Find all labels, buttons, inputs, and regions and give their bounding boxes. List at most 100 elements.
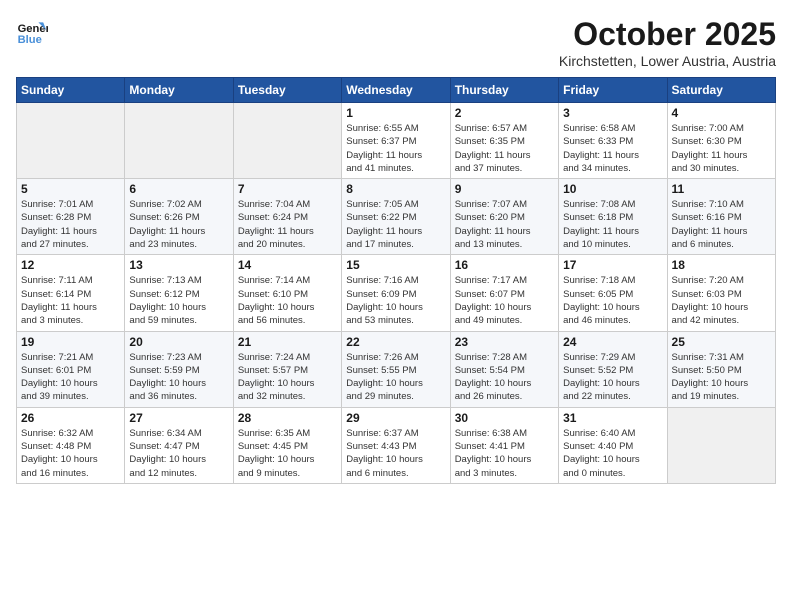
calendar-cell: 26Sunrise: 6:32 AMSunset: 4:48 PMDayligh… [17,407,125,483]
calendar-week-1: 1 Sunrise: 6:55 AMSunset: 6:37 PMDaylight… [17,103,776,179]
calendar-week-4: 19 Sunrise: 7:21 AMSunset: 6:01 PMDayligh… [17,331,776,407]
calendar-cell: 14 Sunrise: 7:14 AMSunset: 6:10 PMDayligh… [233,255,341,331]
day-info: Sunrise: 6:57 AMSunset: 6:35 PMDaylight:… [455,122,554,175]
col-header-thursday: Thursday [450,78,558,103]
day-number: 29 [346,411,445,425]
day-info: Sunrise: 7:28 AMSunset: 5:54 PMDaylight:… [455,351,554,404]
day-info: Sunrise: 6:58 AMSunset: 6:33 PMDaylight:… [563,122,662,175]
day-number: 5 [21,182,120,196]
calendar-cell: 17 Sunrise: 7:18 AMSunset: 6:05 PMDayligh… [559,255,667,331]
calendar-cell: 16Sunrise: 7:17 AMSunset: 6:07 PMDayligh… [450,255,558,331]
calendar-cell [125,103,233,179]
day-number: 6 [129,182,228,196]
calendar-cell: 21 Sunrise: 7:24 AMSunset: 5:57 PMDayligh… [233,331,341,407]
col-header-monday: Monday [125,78,233,103]
day-info: Sunrise: 7:16 AMSunset: 6:09 PMDaylight:… [346,274,445,327]
day-number: 20 [129,335,228,349]
calendar-cell: 30 Sunrise: 6:38 AMSunset: 4:41 PMDayligh… [450,407,558,483]
calendar-cell: 25Sunrise: 7:31 AMSunset: 5:50 PMDayligh… [667,331,775,407]
day-number: 15 [346,258,445,272]
day-info: Sunrise: 7:18 AMSunset: 6:05 PMDaylight:… [563,274,662,327]
calendar-table: SundayMondayTuesdayWednesdayThursdayFrid… [16,77,776,484]
calendar-cell: 5 Sunrise: 7:01 AMSunset: 6:28 PMDaylight… [17,179,125,255]
svg-text:Blue: Blue [18,34,42,46]
day-info: Sunrise: 7:08 AMSunset: 6:18 PMDaylight:… [563,198,662,251]
day-info: Sunrise: 6:38 AMSunset: 4:41 PMDaylight:… [455,427,554,480]
day-number: 10 [563,182,662,196]
day-info: Sunrise: 6:34 AMSunset: 4:47 PMDaylight:… [129,427,228,480]
day-number: 19 [21,335,120,349]
day-info: Sunrise: 7:01 AMSunset: 6:28 PMDaylight:… [21,198,120,251]
day-info: Sunrise: 7:00 AMSunset: 6:30 PMDaylight:… [672,122,771,175]
day-info: Sunrise: 7:13 AMSunset: 6:12 PMDaylight:… [129,274,228,327]
day-number: 7 [238,182,337,196]
day-info: Sunrise: 7:21 AMSunset: 6:01 PMDaylight:… [21,351,120,404]
day-number: 13 [129,258,228,272]
calendar-cell: 24Sunrise: 7:29 AMSunset: 5:52 PMDayligh… [559,331,667,407]
day-number: 3 [563,106,662,120]
day-number: 16 [455,258,554,272]
calendar-cell [667,407,775,483]
day-info: Sunrise: 7:24 AMSunset: 5:57 PMDaylight:… [238,351,337,404]
day-number: 17 [563,258,662,272]
day-number: 23 [455,335,554,349]
day-info: Sunrise: 6:35 AMSunset: 4:45 PMDaylight:… [238,427,337,480]
day-info: Sunrise: 7:26 AMSunset: 5:55 PMDaylight:… [346,351,445,404]
col-header-friday: Friday [559,78,667,103]
day-number: 22 [346,335,445,349]
day-number: 30 [455,411,554,425]
calendar-cell: 3 Sunrise: 6:58 AMSunset: 6:33 PMDaylight… [559,103,667,179]
day-number: 28 [238,411,337,425]
day-number: 2 [455,106,554,120]
col-header-wednesday: Wednesday [342,78,450,103]
calendar-cell: 12Sunrise: 7:11 AMSunset: 6:14 PMDayligh… [17,255,125,331]
day-info: Sunrise: 7:23 AMSunset: 5:59 PMDaylight:… [129,351,228,404]
calendar-cell: 4Sunrise: 7:00 AMSunset: 6:30 PMDaylight… [667,103,775,179]
calendar-cell: 9Sunrise: 7:07 AMSunset: 6:20 PMDaylight… [450,179,558,255]
calendar-cell: 13 Sunrise: 7:13 AMSunset: 6:12 PMDayligh… [125,255,233,331]
col-header-sunday: Sunday [17,78,125,103]
day-number: 31 [563,411,662,425]
calendar-cell: 22 Sunrise: 7:26 AMSunset: 5:55 PMDayligh… [342,331,450,407]
day-info: Sunrise: 6:55 AMSunset: 6:37 PMDaylight:… [346,122,445,175]
day-number: 26 [21,411,120,425]
day-number: 8 [346,182,445,196]
calendar-cell: 28 Sunrise: 6:35 AMSunset: 4:45 PMDayligh… [233,407,341,483]
calendar-cell: 1 Sunrise: 6:55 AMSunset: 6:37 PMDaylight… [342,103,450,179]
day-info: Sunrise: 7:11 AMSunset: 6:14 PMDaylight:… [21,274,120,327]
day-info: Sunrise: 7:14 AMSunset: 6:10 PMDaylight:… [238,274,337,327]
calendar-cell: 19 Sunrise: 7:21 AMSunset: 6:01 PMDayligh… [17,331,125,407]
day-info: Sunrise: 7:20 AMSunset: 6:03 PMDaylight:… [672,274,771,327]
day-info: Sunrise: 7:02 AMSunset: 6:26 PMDaylight:… [129,198,228,251]
day-number: 1 [346,106,445,120]
calendar-cell: 8Sunrise: 7:05 AMSunset: 6:22 PMDaylight… [342,179,450,255]
col-header-saturday: Saturday [667,78,775,103]
calendar-cell: 20 Sunrise: 7:23 AMSunset: 5:59 PMDayligh… [125,331,233,407]
calendar-cell [17,103,125,179]
logo: General Blue [16,16,48,48]
day-number: 18 [672,258,771,272]
calendar-cell: 23 Sunrise: 7:28 AMSunset: 5:54 PMDayligh… [450,331,558,407]
day-info: Sunrise: 7:31 AMSunset: 5:50 PMDaylight:… [672,351,771,404]
day-number: 21 [238,335,337,349]
calendar-cell: 10 Sunrise: 7:08 AMSunset: 6:18 PMDayligh… [559,179,667,255]
calendar-cell: 2 Sunrise: 6:57 AMSunset: 6:35 PMDaylight… [450,103,558,179]
calendar-week-5: 26Sunrise: 6:32 AMSunset: 4:48 PMDayligh… [17,407,776,483]
day-info: Sunrise: 7:04 AMSunset: 6:24 PMDaylight:… [238,198,337,251]
calendar-cell: 6 Sunrise: 7:02 AMSunset: 6:26 PMDaylight… [125,179,233,255]
calendar-cell: 27Sunrise: 6:34 AMSunset: 4:47 PMDayligh… [125,407,233,483]
month-title: October 2025 [559,16,776,53]
calendar-cell: 29 Sunrise: 6:37 AMSunset: 4:43 PMDayligh… [342,407,450,483]
calendar-cell: 31Sunrise: 6:40 AMSunset: 4:40 PMDayligh… [559,407,667,483]
day-number: 11 [672,182,771,196]
day-number: 14 [238,258,337,272]
day-number: 9 [455,182,554,196]
day-info: Sunrise: 7:29 AMSunset: 5:52 PMDaylight:… [563,351,662,404]
day-info: Sunrise: 6:37 AMSunset: 4:43 PMDaylight:… [346,427,445,480]
calendar-cell [233,103,341,179]
calendar-week-2: 5 Sunrise: 7:01 AMSunset: 6:28 PMDaylight… [17,179,776,255]
location: Kirchstetten, Lower Austria, Austria [559,53,776,69]
calendar-cell: 15 Sunrise: 7:16 AMSunset: 6:09 PMDayligh… [342,255,450,331]
calendar-cell: 7 Sunrise: 7:04 AMSunset: 6:24 PMDaylight… [233,179,341,255]
calendar-cell: 11Sunrise: 7:10 AMSunset: 6:16 PMDayligh… [667,179,775,255]
